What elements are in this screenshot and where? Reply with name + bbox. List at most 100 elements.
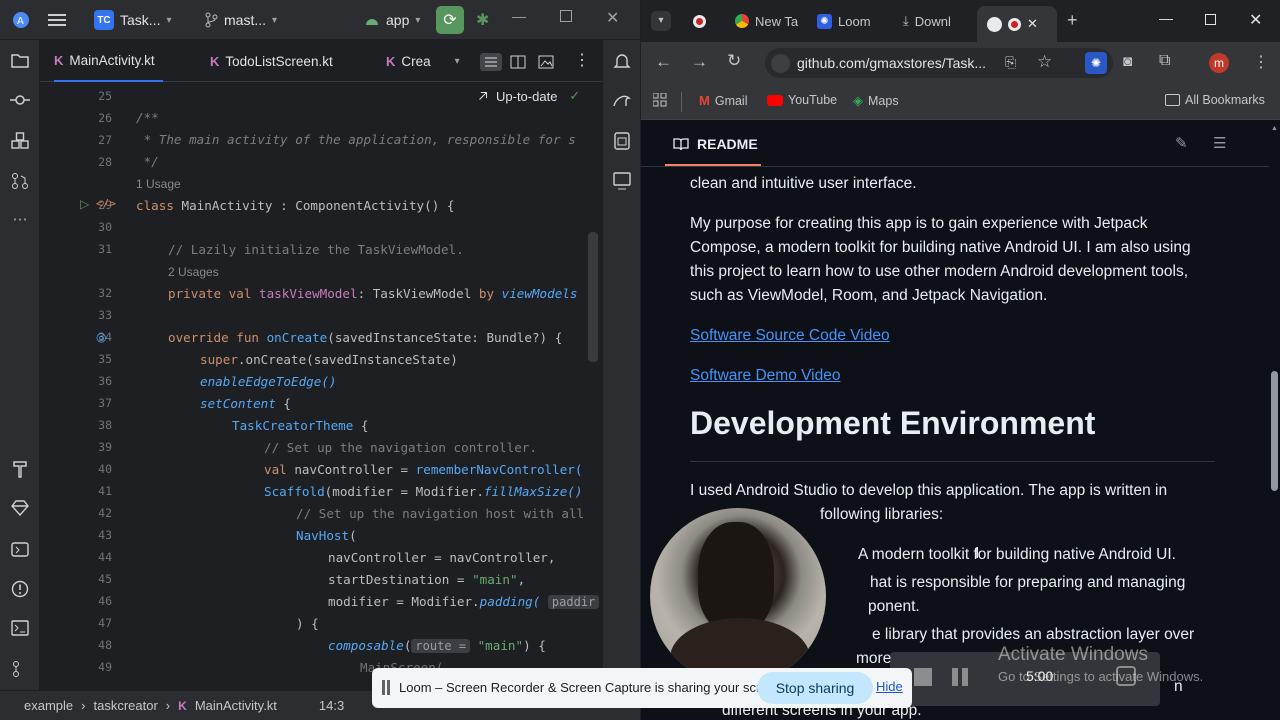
readme-tab[interactable]: README — [673, 136, 758, 152]
commit-icon[interactable] — [10, 92, 30, 112]
debug-bug-icon[interactable]: ✱ — [476, 10, 489, 30]
usage-hint[interactable]: 2 Usages — [168, 265, 219, 279]
chevron-down-icon: ▾ — [415, 14, 421, 26]
line-number: 28 — [98, 155, 112, 169]
tab-label: Crea — [401, 53, 431, 69]
line-number: 27 — [98, 133, 112, 147]
bookmark-gmail[interactable]: M Gmail — [699, 93, 748, 108]
run-config-selector[interactable]: app ▾ — [364, 8, 420, 32]
all-bookmarks[interactable]: All Bookmarks — [1165, 93, 1265, 107]
chevron-down-icon[interactable]: ▾ — [455, 56, 460, 67]
browser-menu-icon[interactable]: ⋮ — [1253, 52, 1269, 72]
browser-tab-recording[interactable] — [693, 6, 706, 36]
code-editor[interactable]: /** * The main activity of the applicati… — [136, 82, 600, 690]
stop-icon[interactable] — [914, 668, 932, 686]
caret-position[interactable]: 14:3 — [319, 698, 344, 713]
forward-arrow-icon[interactable]: → — [691, 52, 708, 72]
device-manager-icon[interactable] — [612, 132, 632, 152]
terminal-icon[interactable] — [10, 620, 30, 640]
site-info-icon[interactable] — [771, 54, 790, 73]
install-app-icon[interactable]: ⎘ — [1005, 54, 1016, 71]
code-view-button[interactable] — [480, 53, 502, 71]
apply-changes-button[interactable]: ⟳ — [436, 6, 464, 34]
hide-link[interactable]: Hide — [876, 679, 903, 694]
edit-pencil-icon[interactable]: ✎ — [1175, 134, 1188, 152]
breadcrumb-item[interactable]: MainActivity.kt — [195, 698, 277, 713]
line-number: 33 — [98, 308, 112, 322]
extensions-puzzle-icon[interactable]: ⧉ — [1159, 52, 1170, 70]
browser-tab-loom[interactable]: ✺ Loom — [817, 6, 871, 36]
readme-tab-underline — [665, 164, 761, 166]
minimize-icon[interactable]: — — [1159, 10, 1173, 26]
address-bar[interactable]: github.com/gmaxstores/Task... — [765, 48, 1113, 78]
gem-icon[interactable] — [10, 500, 30, 520]
bookmark-maps[interactable]: ◈ Maps — [853, 93, 899, 109]
new-tab-plus-icon[interactable]: + — [1067, 10, 1078, 31]
outline-list-icon[interactable]: ☰ — [1213, 134, 1226, 152]
compose-preview-icon[interactable]: </> — [96, 197, 116, 210]
running-devices-icon[interactable] — [612, 172, 632, 192]
software-source-code-video-link[interactable]: Software Source Code Video — [690, 324, 890, 348]
stop-sharing-button[interactable]: Stop sharing — [757, 672, 873, 704]
software-demo-video-link[interactable]: Software Demo Video — [690, 364, 841, 388]
scrollbar-thumb[interactable] — [1271, 371, 1278, 491]
line-number: 43 — [98, 528, 112, 542]
pause-icon[interactable] — [952, 668, 958, 686]
close-icon[interactable]: ✕ — [606, 8, 619, 28]
build-hammer-icon[interactable] — [10, 460, 30, 480]
more-options-icon[interactable]: ⋮ — [574, 50, 590, 70]
more-tools-icon[interactable]: ⋯ — [10, 210, 30, 230]
code-line: * The main activity of the application, … — [136, 132, 576, 147]
apps-grid-icon[interactable] — [653, 93, 667, 107]
page-scrollbar[interactable]: ▲ — [1269, 121, 1280, 720]
maximize-icon[interactable] — [560, 10, 572, 22]
breadcrumb-item[interactable]: example — [24, 698, 73, 713]
design-view-icon[interactable] — [538, 54, 554, 75]
project-name: Task... — [120, 12, 161, 28]
bookmark-youtube[interactable]: YouTube — [767, 93, 837, 107]
gradle-icon[interactable] — [612, 92, 632, 112]
split-view-icon[interactable] — [510, 54, 526, 75]
drag-handle-icon[interactable] — [382, 680, 385, 695]
code-line: navController = navController, — [328, 550, 556, 565]
pull-requests-icon[interactable] — [10, 172, 30, 192]
line-number: 26 — [98, 111, 112, 125]
editor-scrollbar[interactable] — [588, 232, 598, 362]
android-studio-logo-icon[interactable]: A — [12, 8, 30, 32]
back-arrow-icon[interactable]: ← — [655, 52, 672, 72]
chevron-right-icon: › — [81, 698, 86, 713]
branch-selector[interactable]: mast... ▾ — [204, 8, 277, 32]
tab-main-activity[interactable]: K MainActivity.kt — [54, 40, 163, 82]
tab-crea[interactable]: K Crea ▾ — [386, 40, 460, 82]
browser-tab-github[interactable]: ✕ — [977, 6, 1057, 42]
scroll-up-icon[interactable]: ▲ — [1271, 125, 1278, 132]
camera-extension-icon[interactable]: ◙ — [1123, 53, 1132, 70]
close-tab-icon[interactable]: ✕ — [1027, 16, 1038, 32]
close-icon[interactable]: ✕ — [1249, 10, 1262, 30]
problems-icon[interactable] — [10, 580, 30, 600]
minimize-icon[interactable]: — — [512, 8, 526, 24]
profile-avatar[interactable]: m — [1209, 53, 1229, 73]
loom-camera-bubble[interactable] — [650, 508, 826, 684]
project-folder-icon[interactable] — [10, 52, 30, 72]
notifications-icon[interactable] — [612, 52, 632, 72]
browser-tab-new-tab[interactable]: New Ta — [735, 6, 798, 36]
bookmark-star-icon[interactable]: ☆ — [1037, 52, 1052, 72]
tab-todo-list-screen[interactable]: K TodoListScreen.kt — [210, 40, 333, 82]
run-gutter-icon[interactable]: ▷ — [80, 197, 89, 211]
reload-icon[interactable]: ↻ — [727, 51, 741, 71]
project-selector[interactable]: TC Task... ▾ — [94, 8, 172, 32]
resource-manager-icon[interactable] — [10, 132, 30, 152]
extension-icon[interactable]: ✺ — [1085, 52, 1107, 74]
bookmark-label: Gmail — [714, 93, 748, 108]
git-icon[interactable] — [10, 660, 30, 680]
maximize-icon[interactable] — [1205, 14, 1216, 25]
browser-tab-download[interactable]: ⤓ Downl — [903, 6, 951, 36]
chevron-down-icon: ▾ — [272, 14, 278, 26]
usage-hint[interactable]: 1 Usage — [136, 177, 181, 191]
breadcrumb-item[interactable]: taskcreator — [93, 698, 157, 713]
main-menu-icon[interactable] — [48, 8, 66, 32]
tab-search-icon[interactable]: ▾ — [651, 11, 671, 31]
logcat-icon[interactable] — [10, 540, 30, 560]
override-method-icon[interactable]: ◎ — [96, 330, 106, 344]
